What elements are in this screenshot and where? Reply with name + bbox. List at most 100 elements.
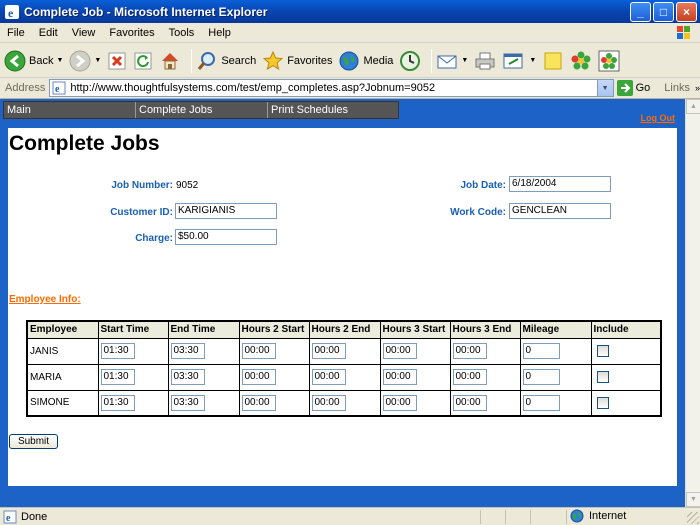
hours-2-start-input[interactable]: 00:00 — [241, 369, 276, 385]
edit-dropdown-icon[interactable]: ▼ — [529, 57, 536, 64]
back-dropdown-icon[interactable]: ▼ — [56, 57, 63, 64]
status-divider — [480, 510, 481, 524]
mileage-input[interactable]: 0 — [522, 369, 560, 385]
status-divider — [505, 510, 506, 524]
start-time-input[interactable]: 01:30 — [100, 394, 135, 411]
mileage-input[interactable]: 0 — [522, 394, 560, 411]
end-time-input[interactable]: 03:30 — [170, 394, 205, 411]
table-header-row: Employee Start Time End Time Hours 2 Sta… — [26, 320, 662, 339]
windows-logo-icon — [677, 26, 690, 39]
stop-icon — [108, 52, 126, 69]
history-icon — [400, 50, 421, 71]
scroll-down-arrow-icon[interactable]: ▼ — [686, 492, 700, 507]
hours-2-end-input[interactable]: 00:00 — [311, 394, 346, 411]
employee-info-link[interactable]: Employee Info: — [9, 294, 81, 305]
status-divider — [530, 510, 531, 524]
log-out-link[interactable]: Log Out — [641, 113, 676, 123]
col-hours-3-end: Hours 3 End — [449, 320, 521, 339]
discuss-button[interactable] — [542, 46, 564, 76]
edit-button[interactable]: ▼ — [502, 46, 536, 76]
svg-text:e: e — [8, 6, 14, 20]
employee-name: MARIA — [26, 363, 99, 391]
hours-2-end-input[interactable]: 00:00 — [311, 343, 346, 359]
end-time-input[interactable]: 03:30 — [170, 369, 205, 385]
job-number-value: 9052 — [176, 180, 199, 191]
zone-label: Internet — [589, 510, 627, 522]
refresh-icon — [134, 52, 152, 69]
resize-grip-icon[interactable] — [687, 512, 699, 524]
include-checkbox[interactable] — [596, 371, 609, 383]
nav-print-schedules[interactable]: Print Schedules — [268, 102, 398, 118]
menu-tools[interactable]: Tools — [162, 27, 202, 39]
go-arrow-icon — [616, 80, 633, 96]
job-date-field[interactable]: 6/18/2004 — [509, 176, 611, 192]
stop-button[interactable] — [107, 46, 127, 76]
refresh-button[interactable] — [133, 46, 153, 76]
hours-3-end-input[interactable]: 00:00 — [452, 394, 487, 411]
work-code-field[interactable]: GENCLEAN — [509, 203, 611, 219]
job-number-label: Job Number: — [111, 180, 173, 191]
svg-text:e: e — [6, 513, 11, 524]
favorites-button[interactable]: Favorites — [262, 46, 332, 76]
menu-favorites[interactable]: Favorites — [102, 27, 161, 39]
extra-tool-button[interactable] — [598, 46, 620, 76]
employee-table: Employee Start Time End Time Hours 2 Sta… — [26, 320, 662, 417]
window-title: Complete Job - Microsoft Internet Explor… — [24, 4, 268, 19]
go-button[interactable]: Go — [616, 80, 650, 96]
menu-help[interactable]: Help — [201, 27, 238, 39]
toolbar-separator — [191, 48, 193, 73]
page-body: Complete Jobs Job Number: 9052 Customer … — [8, 128, 677, 486]
include-checkbox[interactable] — [596, 345, 609, 357]
submit-button[interactable]: Submit — [9, 434, 58, 449]
home-icon — [162, 52, 179, 69]
forward-dropdown-icon[interactable]: ▼ — [94, 57, 101, 64]
hours-3-end-input[interactable]: 00:00 — [452, 369, 487, 385]
close-button[interactable]: × — [676, 2, 697, 22]
hours-3-end-input[interactable]: 00:00 — [452, 343, 487, 359]
mail-dropdown-icon[interactable]: ▼ — [461, 57, 468, 64]
hours-2-start-input[interactable]: 00:00 — [241, 343, 276, 359]
hours-3-start-input[interactable]: 00:00 — [382, 343, 417, 359]
address-label: Address — [5, 82, 46, 94]
hours-2-start-input[interactable]: 00:00 — [241, 394, 276, 411]
minimize-button[interactable]: _ — [630, 2, 651, 22]
menu-edit[interactable]: Edit — [32, 27, 65, 39]
customer-id-field[interactable]: KARIGIANIS — [175, 203, 277, 219]
employee-name: SIMONE — [26, 389, 99, 417]
messenger-button[interactable] — [570, 46, 592, 76]
maximize-button[interactable]: □ — [653, 2, 674, 22]
start-time-input[interactable]: 01:30 — [100, 343, 135, 359]
vertical-scrollbar[interactable]: ▲ ▼ — [685, 99, 700, 507]
search-button[interactable]: Search — [196, 46, 256, 76]
charge-field[interactable]: $50.00 — [175, 229, 277, 245]
history-button[interactable] — [399, 46, 421, 76]
home-button[interactable] — [159, 46, 181, 76]
media-button[interactable]: Media — [338, 46, 393, 76]
hours-2-end-input[interactable]: 00:00 — [311, 369, 346, 385]
scroll-up-arrow-icon[interactable]: ▲ — [686, 99, 700, 114]
nav-complete-jobs[interactable]: Complete Jobs — [136, 102, 268, 118]
links-chevron-icon[interactable]: » — [695, 83, 700, 93]
links-label[interactable]: Links — [664, 82, 690, 94]
col-mileage: Mileage — [519, 320, 592, 339]
menu-file[interactable]: File — [0, 27, 32, 39]
media-label: Media — [363, 54, 394, 67]
hours-3-start-input[interactable]: 00:00 — [382, 369, 417, 385]
svg-text:e: e — [55, 84, 60, 95]
hours-3-start-input[interactable]: 00:00 — [382, 394, 417, 411]
address-input[interactable]: e http://www.thoughtfulsystems.com/test/… — [49, 79, 614, 97]
forward-button[interactable]: ▼ — [69, 46, 101, 76]
address-dropdown-icon[interactable]: ▼ — [596, 80, 613, 96]
back-button[interactable]: Back ▼ — [4, 46, 63, 76]
col-end-time: End Time — [167, 320, 240, 339]
nav-main[interactable]: Main — [4, 102, 136, 118]
print-button[interactable] — [474, 46, 496, 76]
security-zone: Internet — [570, 509, 626, 523]
end-time-input[interactable]: 03:30 — [170, 343, 205, 359]
mileage-input[interactable]: 0 — [522, 343, 560, 359]
search-icon — [198, 51, 216, 70]
menu-view[interactable]: View — [65, 27, 103, 39]
mail-button[interactable]: ▼ — [436, 46, 468, 76]
start-time-input[interactable]: 01:30 — [100, 369, 135, 385]
include-checkbox[interactable] — [596, 396, 609, 409]
